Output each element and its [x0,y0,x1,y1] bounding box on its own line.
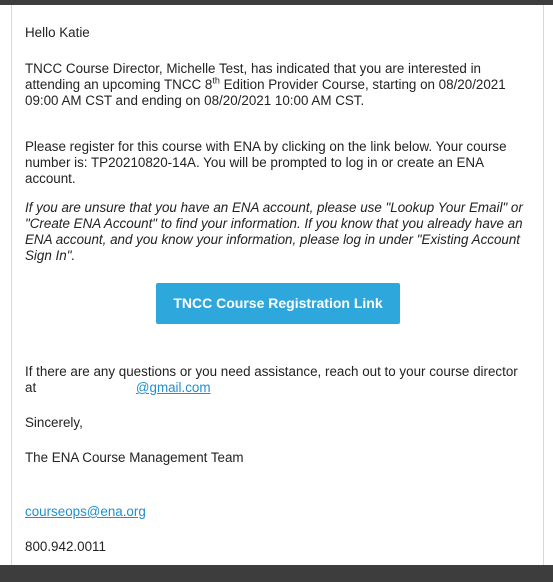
intro-superscript: th [212,75,220,86]
courseops-email-link[interactable]: courseops@ena.org [25,504,146,519]
team-signature: The ENA Course Management Team [25,450,244,465]
cta-container: TNCC Course Registration Link [25,283,531,324]
director-email-link[interactable]: @gmail.com [136,380,211,395]
account-note-paragraph: If you are unsure that you have an ENA a… [25,200,523,263]
intro-paragraph: TNCC Course Director, Michelle Test, has… [25,61,531,109]
email-frame: Hello Katie TNCC Course Director, Michel… [0,0,553,582]
course-registration-link-button[interactable]: TNCC Course Registration Link [156,283,400,324]
sincerely-text: Sincerely, [25,415,83,430]
questions-paragraph: If there are any questions or you need a… [25,364,531,396]
register-paragraph: Please register for this course with ENA… [25,139,507,186]
bottom-bar [0,565,553,582]
email-body: Hello Katie TNCC Course Director, Michel… [11,5,544,565]
phone-number: 800.942.0011 [25,539,106,554]
questions-text: If there are any questions or you need a… [25,364,518,395]
greeting: Hello Katie [25,25,90,40]
